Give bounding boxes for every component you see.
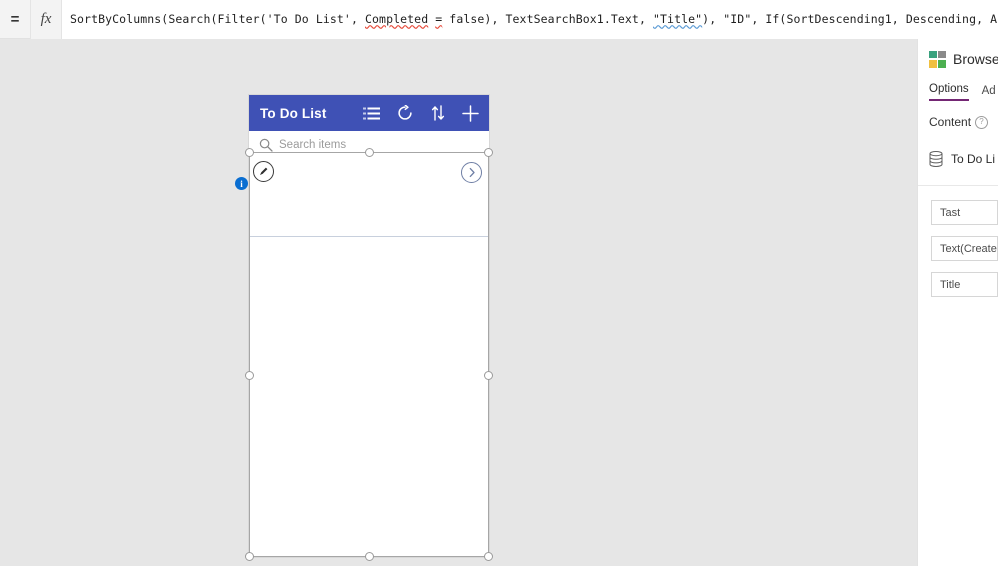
list-menu-icon[interactable] xyxy=(363,105,380,122)
field-item-tast[interactable]: Tast xyxy=(931,200,998,225)
resize-handle-middle-left[interactable] xyxy=(245,371,254,380)
powerapps-studio: = fx SortByColumns(Search(Filter('To Do … xyxy=(0,0,998,566)
add-icon[interactable] xyxy=(462,104,479,122)
tab-advanced[interactable]: Ad xyxy=(982,85,996,101)
browse-gallery[interactable] xyxy=(249,158,489,557)
panel-tabs: Options Ad xyxy=(918,79,998,101)
resize-handle-top-center[interactable] xyxy=(365,148,374,157)
formula-segment-4: ), "ID", If(SortDescending1, Descending,… xyxy=(702,11,998,26)
resize-handle-bottom-center[interactable] xyxy=(365,552,374,561)
gallery-item[interactable] xyxy=(249,237,489,316)
search-input[interactable]: Search items xyxy=(279,139,346,151)
selection-info-badge[interactable]: i xyxy=(235,177,248,190)
resize-handle-bottom-right[interactable] xyxy=(484,552,493,561)
gallery-item[interactable] xyxy=(249,158,489,237)
formula-misspelled-completed: Completed xyxy=(365,11,429,26)
formula-segment-1: SortByColumns(Search(Filter('To Do List'… xyxy=(70,11,365,26)
panel-header: Browse xyxy=(918,39,998,68)
fx-icon[interactable]: fx xyxy=(30,0,62,39)
formula-input[interactable]: SortByColumns(Search(Filter('To Do List'… xyxy=(62,0,998,39)
datasource-selector[interactable]: To Do Li xyxy=(918,148,998,170)
phone-preview: To Do List Search items xyxy=(249,95,489,557)
resize-handle-top-right[interactable] xyxy=(484,148,493,157)
help-circle-icon[interactable]: ? xyxy=(975,115,989,129)
app-title: To Do List xyxy=(260,105,327,121)
resize-handle-middle-right[interactable] xyxy=(484,371,493,380)
app-canvas[interactable]: To Do List Search items i xyxy=(0,39,917,566)
resize-handle-bottom-left[interactable] xyxy=(245,552,254,561)
gallery-icon-cell-2 xyxy=(938,50,946,59)
gallery-icon-cell-4 xyxy=(938,59,946,68)
header-icon-group xyxy=(363,104,479,122)
formula-misspelled-title: "Title" xyxy=(653,11,703,26)
tab-options[interactable]: Options xyxy=(929,83,969,101)
equals-icon[interactable]: = xyxy=(0,0,30,39)
field-item-text-create[interactable]: Text(Create xyxy=(931,236,998,261)
content-label-text: Content xyxy=(929,115,972,129)
datasource-label: To Do Li xyxy=(951,152,996,166)
field-list: Tast Text(Create Title xyxy=(918,186,998,297)
edit-pencil-icon[interactable] xyxy=(253,161,274,182)
database-icon xyxy=(929,151,943,168)
formula-text: SortByColumns(Search(Filter('To Do List'… xyxy=(70,0,998,39)
app-header: To Do List xyxy=(249,95,489,131)
gallery-icon-cell-1 xyxy=(929,50,937,59)
properties-panel: Browse Options Ad Content ? To Do Li Tas… xyxy=(917,39,998,566)
panel-title: Browse xyxy=(953,51,998,67)
field-item-title[interactable]: Title xyxy=(931,272,998,297)
search-icon xyxy=(259,138,273,152)
resize-handle-top-left[interactable] xyxy=(245,148,254,157)
refresh-icon[interactable] xyxy=(396,105,413,122)
gallery-icon xyxy=(929,50,946,68)
gallery-icon-cell-3 xyxy=(929,59,937,68)
sort-icon[interactable] xyxy=(429,105,446,122)
content-section-label: Content ? xyxy=(918,115,998,129)
formula-bar: = fx SortByColumns(Search(Filter('To Do … xyxy=(0,0,998,39)
formula-segment-3: false), TextSearchBox1.Text, xyxy=(442,11,653,26)
chevron-right-icon[interactable] xyxy=(461,162,482,183)
